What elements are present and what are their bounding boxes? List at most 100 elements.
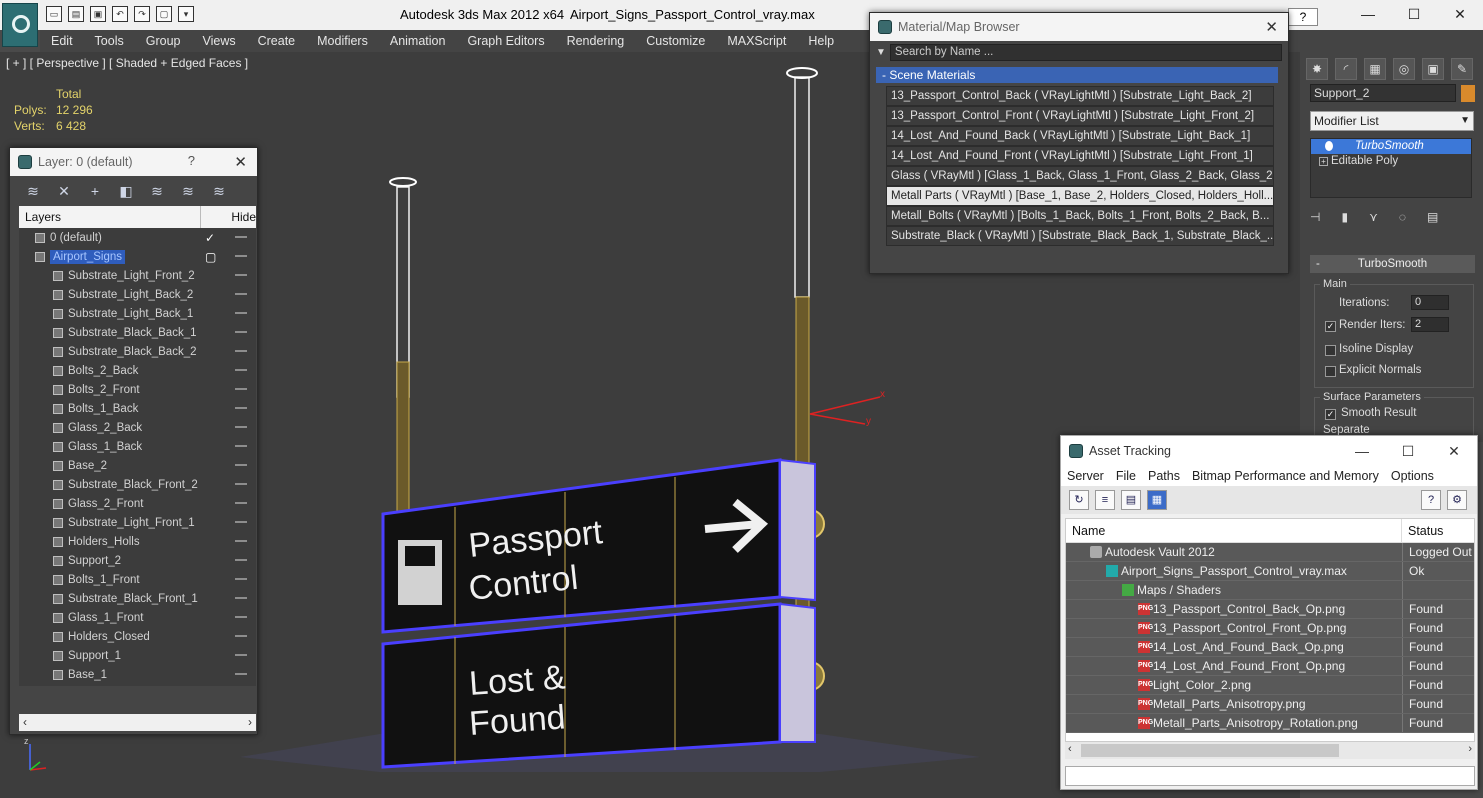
scroll-thumb[interactable] [1081, 744, 1339, 757]
stack-item-editable-poly[interactable]: + Editable Poly [1311, 154, 1471, 169]
layer-row[interactable]: Glass_1_Back [19, 437, 256, 456]
viewport-label[interactable]: [ + ] [ Perspective ] [ Shaded + Edged F… [6, 56, 248, 70]
scroll-right-icon[interactable]: › [248, 714, 252, 731]
help-button[interactable]: ? [1288, 8, 1318, 26]
asset-row[interactable]: Airport_Signs_Passport_Control_vray.max O… [1066, 562, 1474, 581]
asset-menu-options[interactable]: Options [1385, 466, 1440, 486]
hide-toggle[interactable] [235, 578, 247, 580]
open-file-icon[interactable]: ▤ [68, 6, 84, 22]
menu-maxscript[interactable]: MAXScript [716, 30, 797, 52]
close-icon[interactable]: ✕ [1265, 18, 1278, 36]
layer-dialog-titlebar[interactable]: Layer: 0 (default) ? ✕ [10, 148, 257, 176]
isoline-checkbox[interactable] [1325, 345, 1336, 356]
hide-toggle[interactable] [235, 559, 247, 561]
hide-toggle[interactable] [235, 635, 247, 637]
menu-customize[interactable]: Customize [635, 30, 716, 52]
expand-plus-icon[interactable]: + [1319, 157, 1328, 166]
menu-help[interactable]: Help [797, 30, 845, 52]
app-logo-button[interactable] [2, 3, 38, 47]
close-icon[interactable]: ✕ [1431, 436, 1477, 466]
material-item[interactable]: 13_Passport_Control_Front ( VRayLightMtl… [886, 106, 1274, 126]
layer-row[interactable]: Glass_2_Back [19, 418, 256, 437]
remove-modifier-icon[interactable]: ◌ [1399, 210, 1406, 224]
minimize-icon[interactable]: — [1339, 436, 1385, 466]
menu-modifiers[interactable]: Modifiers [306, 30, 379, 52]
layer-row[interactable]: Support_1 [19, 646, 256, 665]
close-icon[interactable]: ✕ [234, 153, 247, 171]
utilities-tab-icon[interactable]: ✎ [1451, 58, 1473, 80]
highlight-layer-icon[interactable]: ≋ [148, 182, 166, 200]
layer-row[interactable]: Glass_2_Front [19, 494, 256, 513]
asset-row[interactable]: PNG 14_Lost_And_Found_Back_Op.png Found [1066, 638, 1474, 657]
hide-toggle[interactable] [235, 464, 247, 466]
table-view-icon[interactable]: ▦ [1147, 490, 1167, 510]
hide-toggle[interactable] [235, 654, 247, 656]
scroll-left-icon[interactable]: ‹ [23, 714, 27, 731]
menu-rendering[interactable]: Rendering [556, 30, 636, 52]
asset-row[interactable]: PNG Metall_Parts_Anisotropy_Rotation.png F… [1066, 714, 1474, 733]
hide-toggle[interactable] [235, 445, 247, 447]
layer-row[interactable]: Substrate_Light_Back_2 [19, 285, 256, 304]
menu-tools[interactable]: Tools [84, 30, 135, 52]
layer-row[interactable]: Support_2 [19, 551, 256, 570]
modify-tab-icon[interactable]: ◜ [1335, 58, 1357, 80]
maximize-icon[interactable]: ☐ [1385, 436, 1431, 466]
col-hide[interactable]: Hide [201, 206, 256, 228]
layer-row[interactable]: 0 (default) ✓ [19, 228, 256, 247]
layer-row[interactable]: Substrate_Light_Front_2 [19, 266, 256, 285]
col-layers[interactable]: Layers [19, 206, 202, 228]
menu-create[interactable]: Create [247, 30, 307, 52]
object-color-swatch[interactable] [1461, 85, 1475, 102]
hide-toggle[interactable] [235, 369, 247, 371]
freeze-all-icon[interactable]: ≋ [210, 182, 228, 200]
hide-toggle[interactable] [235, 236, 247, 238]
scene-materials-header[interactable]: - Scene Materials [876, 67, 1278, 83]
stack-item-turbosmooth[interactable]: TurboSmooth [1311, 139, 1471, 154]
current-layer-check-icon[interactable]: ✓ [205, 231, 215, 245]
material-item[interactable]: Glass ( VRayMtl ) [Glass_1_Back, Glass_1… [886, 166, 1274, 186]
menu-animation[interactable]: Animation [379, 30, 457, 52]
layer-row[interactable]: Bolts_2_Back [19, 361, 256, 380]
modifier-list-dropdown[interactable]: Modifier List ▼ [1310, 111, 1474, 131]
layer-row[interactable]: Base_2 [19, 456, 256, 475]
material-item[interactable]: 14_Lost_And_Found_Back ( VRayLightMtl ) … [886, 126, 1274, 146]
set-current-layer-icon[interactable]: ▢ [205, 250, 216, 264]
options-triangle-icon[interactable]: ▼ [876, 47, 886, 58]
motion-tab-icon[interactable]: ◎ [1393, 58, 1415, 80]
hide-toggle[interactable] [235, 331, 247, 333]
hide-toggle[interactable] [235, 255, 247, 257]
settings-icon[interactable]: ⚙ [1447, 490, 1467, 510]
layer-row[interactable]: Bolts_2_Front [19, 380, 256, 399]
new-scene-icon[interactable]: ▭ [46, 6, 62, 22]
material-item[interactable]: Metall_Bolts ( VRayMtl ) [Bolts_1_Back, … [886, 206, 1274, 226]
explicit-normals-checkbox[interactable] [1325, 366, 1336, 377]
layer-row[interactable]: Substrate_Black_Back_1 [19, 323, 256, 342]
search-input[interactable]: Search by Name ... [889, 43, 1282, 61]
asset-row[interactable]: PNG 13_Passport_Control_Back_Op.png Found [1066, 600, 1474, 619]
scroll-left-icon[interactable]: ‹ [1068, 743, 1072, 755]
hide-toggle[interactable] [235, 483, 247, 485]
menu-edit[interactable]: Edit [40, 30, 84, 52]
asset-row[interactable]: PNG Metall_Parts_Anisotropy.png Found [1066, 695, 1474, 714]
material-item[interactable]: 13_Passport_Control_Back ( VRayLightMtl … [886, 86, 1274, 106]
menu-views[interactable]: Views [191, 30, 246, 52]
hide-toggle[interactable] [235, 540, 247, 542]
asset-row[interactable]: Autodesk Vault 2012 Logged Out [1066, 543, 1474, 562]
asset-row[interactable]: Maps / Shaders [1066, 581, 1474, 600]
menu-graph-editors[interactable]: Graph Editors [456, 30, 555, 52]
hide-toggle[interactable] [235, 597, 247, 599]
layer-row[interactable]: Base_1 [19, 665, 256, 684]
layer-row[interactable]: Holders_Holls [19, 532, 256, 551]
material-item[interactable]: Substrate_Black ( VRayMtl ) [Substrate_B… [886, 226, 1274, 246]
layer-row[interactable]: Holders_Closed [19, 627, 256, 646]
asset-row[interactable]: PNG 14_Lost_And_Found_Front_Op.png Found [1066, 657, 1474, 676]
minimize-icon[interactable]: — [1345, 0, 1391, 28]
maximize-icon[interactable]: ☐ [1391, 0, 1437, 28]
layer-row[interactable]: Bolts_1_Front [19, 570, 256, 589]
create-tab-icon[interactable]: ✸ [1306, 58, 1328, 80]
create-layer-icon[interactable]: ≋ [24, 182, 42, 200]
display-tab-icon[interactable]: ▣ [1422, 58, 1444, 80]
close-icon[interactable]: ✕ [1437, 0, 1483, 28]
smooth-result-checkbox[interactable]: ✓ [1325, 409, 1336, 420]
layer-horizontal-scrollbar[interactable]: ‹ › [19, 714, 256, 731]
